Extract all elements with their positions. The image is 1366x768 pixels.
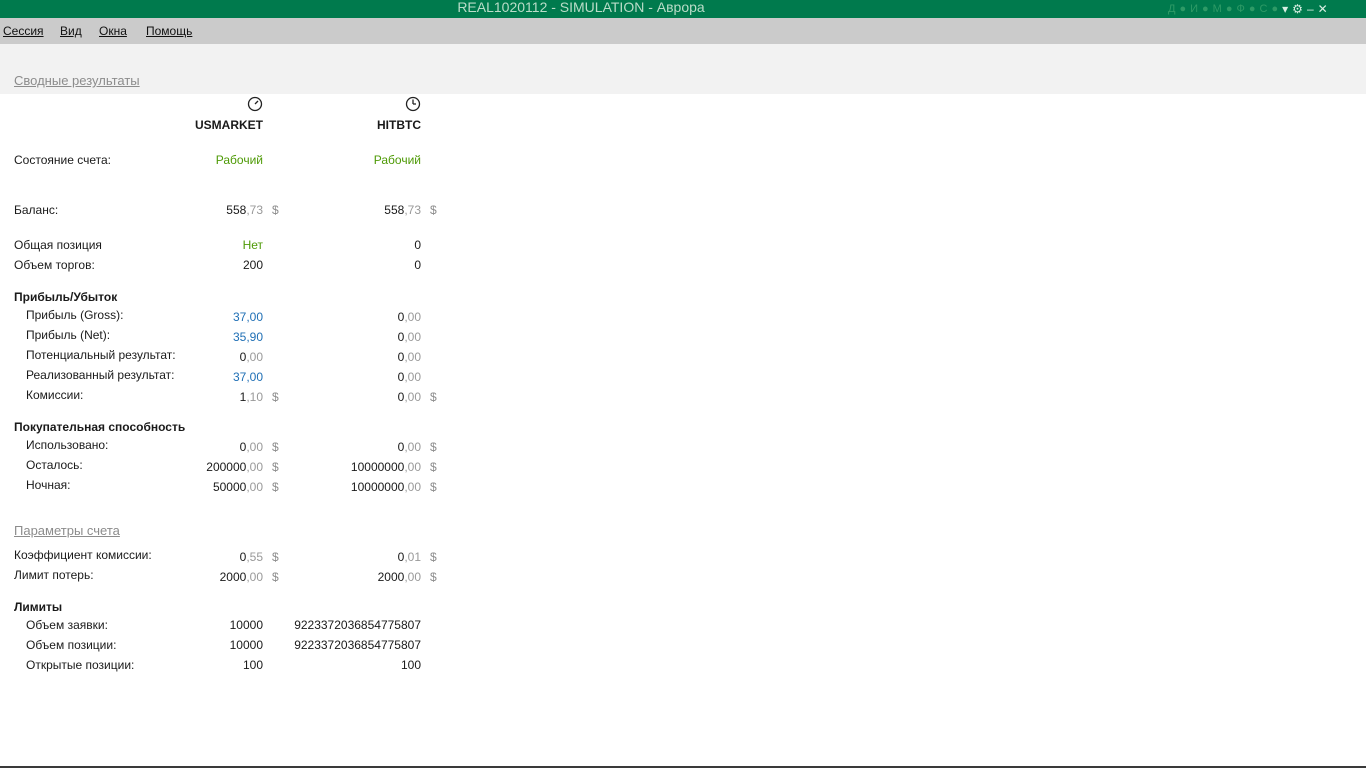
hitbtc-position: 0 — [414, 238, 421, 252]
label-account-state: Состояние счета: — [14, 153, 111, 167]
usmarket-position: Нет — [242, 238, 263, 252]
hitbtc-commission: 0,00 — [397, 390, 421, 404]
currency-symbol: $ — [430, 460, 437, 474]
title-indicators: Д ● И ● М ● Ф ● С ● ▾ ⚙ – ✕ — [1168, 2, 1328, 16]
label-commission: Комиссии: — [26, 388, 84, 402]
usmarket-loss-limit: 2000,00 — [219, 570, 263, 584]
usmarket-balance: 558,73 — [226, 203, 263, 217]
currency-symbol: $ — [272, 460, 279, 474]
summary-header — [0, 44, 1366, 94]
hitbtc-open-positions: 100 — [400, 658, 421, 672]
hitbtc-potential: 0,00 — [397, 350, 421, 364]
currency-symbol: $ — [430, 390, 437, 404]
group-limits: Лимиты — [14, 600, 63, 614]
usmarket-position-volume: 10000 — [229, 638, 263, 652]
window-title: REAL1020112 - SIMULATION - Аврора — [457, 0, 705, 15]
account-params-link[interactable]: Параметры счета — [14, 523, 120, 538]
hitbtc-realized: 0,00 — [397, 370, 421, 384]
label-gross: Прибыль (Gross): — [26, 308, 124, 322]
currency-symbol: $ — [272, 550, 279, 564]
currency-symbol: $ — [272, 390, 279, 404]
label-loss-limit: Лимит потерь: — [14, 568, 94, 582]
usmarket-gross: 37,00 — [232, 310, 263, 324]
usmarket-order-volume: 10000 — [229, 618, 263, 632]
usmarket-realized: 37,00 — [232, 370, 263, 384]
usmarket-state: Рабочий — [215, 153, 263, 167]
usmarket-net: 35,90 — [232, 330, 263, 344]
usmarket-used: 0,00 — [239, 440, 263, 454]
currency-symbol: $ — [430, 440, 437, 454]
label-realized: Реализованный результат: — [26, 368, 175, 382]
indicator-f[interactable]: Ф — [1237, 3, 1245, 15]
indicator-s[interactable]: С — [1260, 3, 1268, 15]
group-pnl: Прибыль/Убыток — [14, 290, 118, 304]
usmarket-open-positions: 100 — [242, 658, 263, 672]
label-total-position: Общая позиция — [14, 238, 102, 252]
label-net: Прибыль (Net): — [26, 328, 111, 342]
usmarket-clock-icon — [247, 96, 263, 112]
hitbtc-loss-limit: 2000,00 — [377, 570, 421, 584]
minimize-icon[interactable]: – — [1307, 2, 1314, 16]
currency-symbol: $ — [272, 203, 279, 217]
label-used: Использовано: — [26, 438, 109, 452]
menu-windows[interactable]: Окна — [99, 24, 127, 38]
hitbtc-balance: 558,73 — [384, 203, 421, 217]
menu-session[interactable]: Сессия — [3, 24, 44, 38]
hitbtc-state: Рабочий — [373, 153, 421, 167]
indicator-d[interactable]: Д — [1168, 3, 1175, 15]
menu-help[interactable]: Помощь — [146, 24, 192, 38]
label-night: Ночная: — [26, 478, 71, 492]
indicator-m[interactable]: М — [1213, 3, 1222, 15]
column-usmarket: USMARKET — [195, 118, 263, 132]
hitbtc-position-volume: 9223372036854775807 — [294, 638, 421, 652]
hitbtc-night: 10000000,00 — [350, 480, 421, 494]
hitbtc-gross: 0,00 — [397, 310, 421, 324]
label-potential: Потенциальный результат: — [26, 348, 176, 362]
hitbtc-left: 10000000,00 — [350, 460, 421, 474]
label-balance: Баланс: — [14, 203, 59, 217]
label-left: Осталось: — [26, 458, 83, 472]
label-commission-coef: Коэффициент комиссии: — [14, 548, 152, 562]
usmarket-left: 200000,00 — [206, 460, 263, 474]
currency-symbol: $ — [430, 480, 437, 494]
column-hitbtc: HITBTC — [377, 118, 421, 132]
label-position-volume: Объем позиции: — [26, 638, 117, 652]
usmarket-night: 50000,00 — [212, 480, 263, 494]
currency-symbol: $ — [272, 480, 279, 494]
menu-bar: Сессия Вид Окна Помощь — [0, 18, 1366, 44]
label-order-volume: Объем заявки: — [26, 618, 108, 632]
hitbtc-clock-icon — [405, 96, 421, 112]
label-trade-volume: Объем торгов: — [14, 258, 95, 272]
currency-symbol: $ — [272, 440, 279, 454]
close-icon[interactable]: ✕ — [1318, 2, 1328, 16]
hitbtc-used: 0,00 — [397, 440, 421, 454]
usmarket-commission: 1,10 — [239, 390, 263, 404]
currency-symbol: $ — [430, 570, 437, 584]
usmarket-volume: 200 — [242, 258, 263, 272]
indicator-i[interactable]: И — [1190, 3, 1198, 15]
currency-symbol: $ — [272, 570, 279, 584]
usmarket-commission-coef: 0,55 — [239, 550, 263, 564]
label-open-positions: Открытые позиции: — [26, 658, 135, 672]
menu-view[interactable]: Вид — [60, 24, 82, 38]
hitbtc-order-volume: 9223372036854775807 — [294, 618, 421, 632]
hitbtc-volume: 0 — [414, 258, 421, 272]
gear-icon[interactable]: ⚙ — [1292, 2, 1303, 16]
hitbtc-net: 0,00 — [397, 330, 421, 344]
usmarket-potential: 0,00 — [239, 350, 263, 364]
group-buying-power: Покупательная способность — [14, 420, 186, 434]
currency-symbol: $ — [430, 550, 437, 564]
currency-symbol: $ — [430, 203, 437, 217]
title-bar: REAL1020112 - SIMULATION - Аврора Д ● И ● … — [0, 0, 1366, 18]
summary-results-link[interactable]: Сводные результаты — [14, 73, 140, 88]
dropdown-icon[interactable]: ▾ — [1282, 2, 1288, 16]
hitbtc-commission-coef: 0,01 — [397, 550, 421, 564]
